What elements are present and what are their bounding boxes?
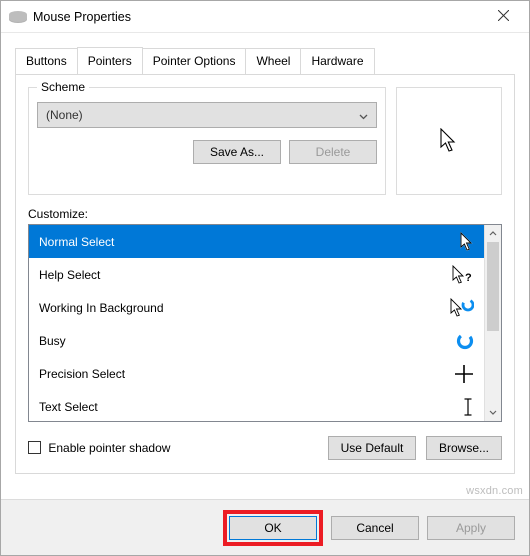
titlebar: Mouse Properties xyxy=(1,1,529,33)
mouse-properties-window: Mouse Properties Buttons Pointers Pointe… xyxy=(0,0,530,556)
enable-shadow-checkbox[interactable] xyxy=(28,441,41,454)
use-default-button[interactable]: Use Default xyxy=(328,436,416,460)
tab-pointer-options[interactable]: Pointer Options xyxy=(142,48,247,75)
chevron-down-icon xyxy=(489,410,497,415)
chevron-down-icon xyxy=(359,114,368,120)
tabs: Buttons Pointers Pointer Options Wheel H… xyxy=(1,33,529,74)
list-item-label: Text Select xyxy=(39,400,98,414)
list-item-label: Working In Background xyxy=(39,301,164,315)
list-item-busy[interactable]: Busy xyxy=(29,324,484,357)
working-cursor-icon xyxy=(450,298,474,318)
svg-text:?: ? xyxy=(465,272,472,284)
browse-button[interactable]: Browse... xyxy=(426,436,502,460)
tab-wheel[interactable]: Wheel xyxy=(245,48,301,75)
apply-button[interactable]: Apply xyxy=(427,516,515,540)
list-item-normal-select[interactable]: Normal Select xyxy=(29,225,484,258)
scheme-buttons: Save As... Delete xyxy=(37,140,377,164)
enable-shadow-label[interactable]: Enable pointer shadow xyxy=(28,441,170,455)
list-item-label: Normal Select xyxy=(39,235,114,249)
list-item-label: Help Select xyxy=(39,268,100,282)
scroll-up-button[interactable] xyxy=(485,225,501,242)
upper-row: Scheme (None) Save As... Delete xyxy=(28,87,502,195)
scroll-down-button[interactable] xyxy=(485,404,501,421)
tab-buttons[interactable]: Buttons xyxy=(15,48,78,75)
cursor-preview xyxy=(396,87,502,195)
scheme-fieldset: Scheme (None) Save As... Delete xyxy=(28,87,386,195)
list-item-working-bg[interactable]: Working In Background xyxy=(29,291,484,324)
chevron-up-icon xyxy=(489,231,497,236)
scheme-selected: (None) xyxy=(46,108,83,122)
save-as-button[interactable]: Save As... xyxy=(193,140,281,164)
tab-hardware[interactable]: Hardware xyxy=(300,48,374,75)
mouse-icon xyxy=(9,11,27,23)
list-item-text-select[interactable]: Text Select xyxy=(29,390,484,421)
scroll-track[interactable] xyxy=(485,242,501,404)
customize-listbox: Normal Select Help Select ? Working In B… xyxy=(28,224,502,422)
list-item-help-select[interactable]: Help Select ? xyxy=(29,258,484,291)
list-item-label: Busy xyxy=(39,334,66,348)
list-item-label: Precision Select xyxy=(39,367,125,381)
scheme-legend: Scheme xyxy=(37,80,89,94)
arrow-cursor-icon xyxy=(460,232,474,252)
ok-highlight: OK xyxy=(223,510,323,546)
scheme-select[interactable]: (None) xyxy=(37,102,377,128)
scrollbar[interactable] xyxy=(484,225,501,421)
dialog-footer: OK Cancel Apply xyxy=(1,499,529,555)
busy-cursor-icon xyxy=(456,332,474,350)
text-cursor-icon xyxy=(462,397,474,417)
cancel-button[interactable]: Cancel xyxy=(331,516,419,540)
tab-pointers[interactable]: Pointers xyxy=(77,47,143,74)
help-cursor-icon: ? xyxy=(452,265,474,285)
list-content: Normal Select Help Select ? Working In B… xyxy=(29,225,484,421)
delete-button[interactable]: Delete xyxy=(289,140,377,164)
tab-panel: Scheme (None) Save As... Delete Customi xyxy=(15,74,515,474)
ok-button[interactable]: OK xyxy=(229,516,317,540)
customize-label: Customize: xyxy=(28,207,502,221)
list-item-precision[interactable]: Precision Select xyxy=(29,357,484,390)
enable-shadow-text: Enable pointer shadow xyxy=(48,441,170,455)
precision-cursor-icon xyxy=(454,364,474,384)
bottom-row: Enable pointer shadow Use Default Browse… xyxy=(28,436,502,460)
close-button[interactable] xyxy=(481,4,525,29)
close-icon xyxy=(498,10,509,21)
watermark: wsxdn.com xyxy=(466,485,523,497)
window-title: Mouse Properties xyxy=(33,10,481,24)
arrow-cursor-icon xyxy=(440,128,458,154)
scroll-thumb[interactable] xyxy=(487,242,499,331)
